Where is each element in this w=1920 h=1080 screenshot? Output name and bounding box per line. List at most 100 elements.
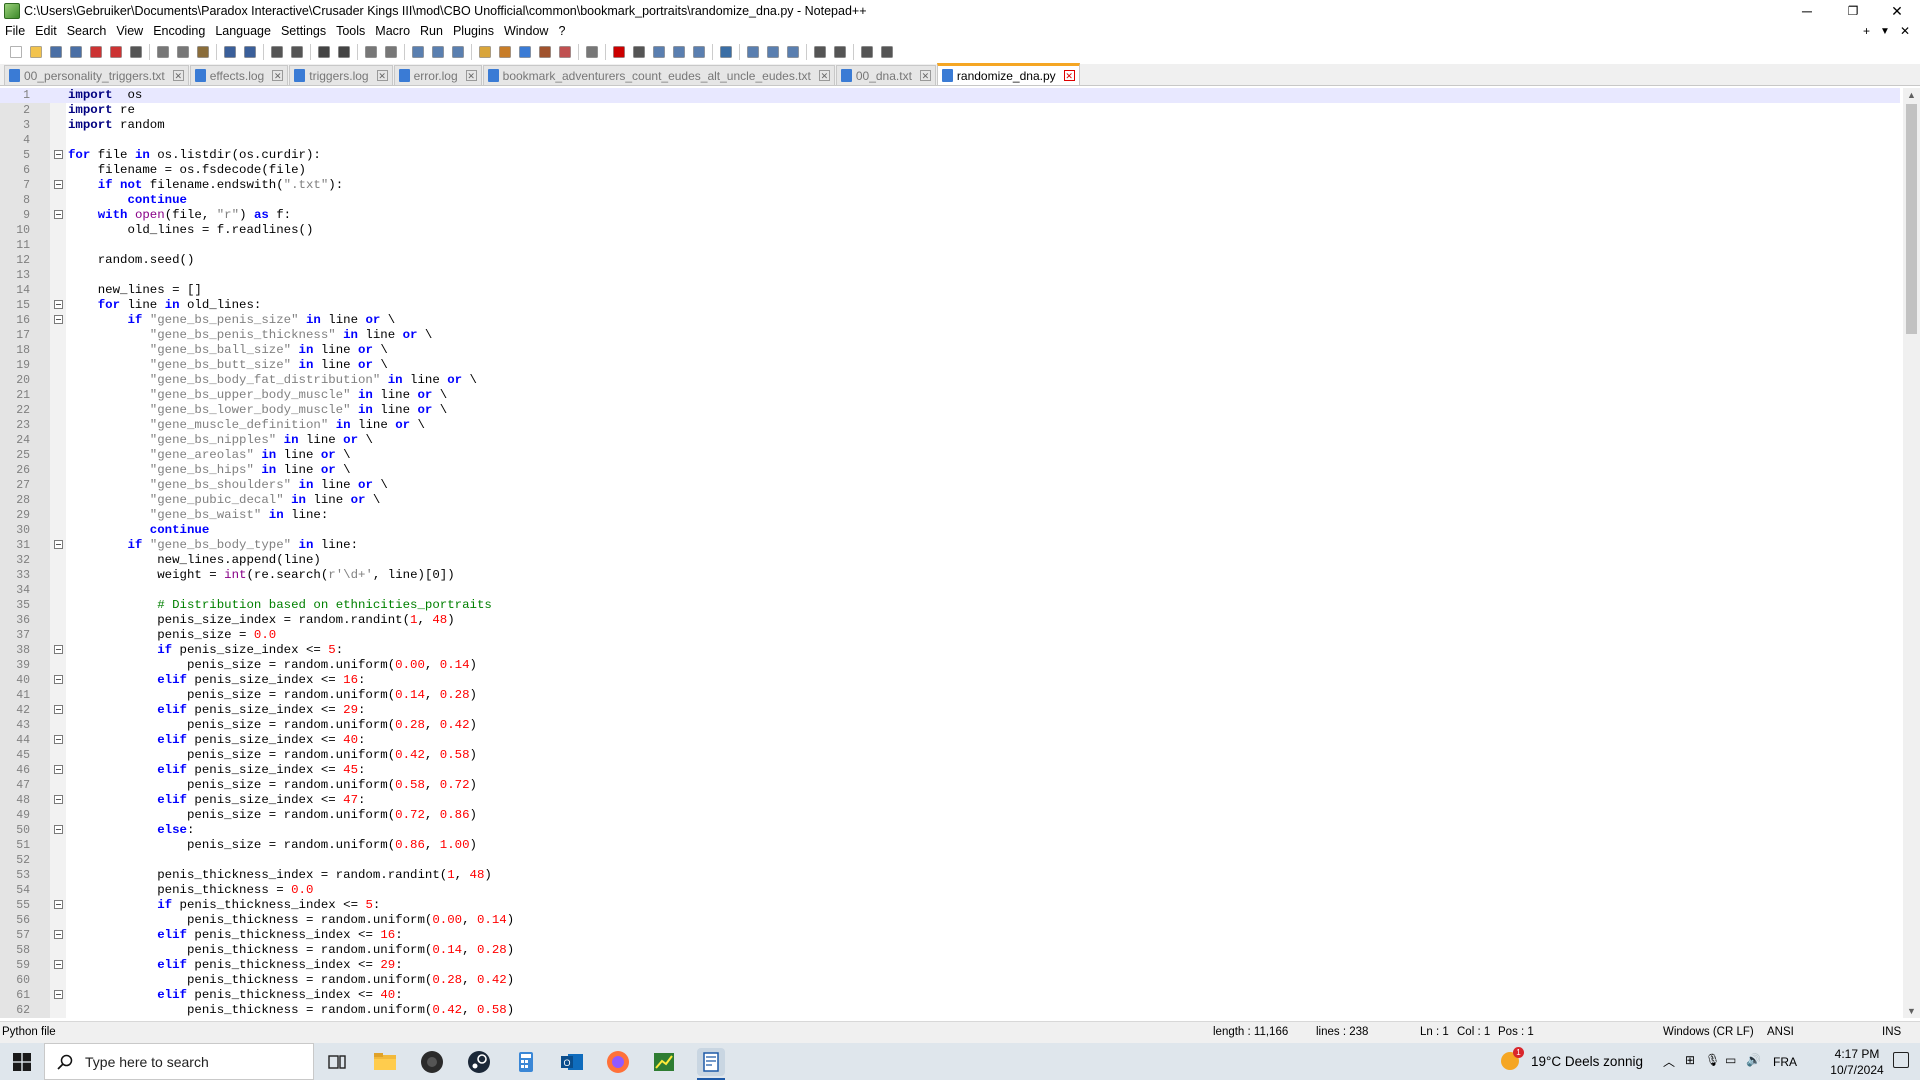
status-encoding[interactable]: ANSI bbox=[1767, 1026, 1794, 1038]
code-line[interactable]: 24 "gene_bs_nipples" in line or \ bbox=[0, 433, 1900, 448]
code-line[interactable]: 14 new_lines = [] bbox=[0, 283, 1900, 298]
menu-item-language[interactable]: Language bbox=[210, 24, 276, 38]
toolbar-indent-guide-icon[interactable] bbox=[452, 46, 464, 58]
toolbar-macro-record-icon[interactable] bbox=[613, 46, 625, 58]
status-eol[interactable]: Windows (CR LF) bbox=[1663, 1026, 1754, 1038]
fold-toggle-icon[interactable] bbox=[54, 675, 63, 684]
code-line[interactable]: 26 "gene_bs_hips" in line or \ bbox=[0, 463, 1900, 478]
fold-toggle-icon[interactable] bbox=[54, 300, 63, 309]
code-line[interactable]: 21 "gene_bs_upper_body_muscle" in line o… bbox=[0, 388, 1900, 403]
toolbar-down-icon[interactable] bbox=[834, 46, 846, 58]
toolbar-sync-horizontal-icon[interactable] bbox=[385, 46, 397, 58]
code-line[interactable]: 16 if "gene_bs_penis_size" in line or \ bbox=[0, 313, 1900, 328]
scroll-down-icon[interactable]: ▼ bbox=[1903, 1004, 1920, 1018]
toolbar-panel-1-icon[interactable] bbox=[747, 46, 759, 58]
fold-toggle-icon[interactable] bbox=[54, 825, 63, 834]
fold-toggle-icon[interactable] bbox=[54, 540, 63, 549]
toolbar-function-list-icon[interactable] bbox=[519, 46, 531, 58]
code-line[interactable]: 33 weight = int(re.search(r'\d+', line)[… bbox=[0, 568, 1900, 583]
code-line[interactable]: 46 elif penis_size_index <= 45: bbox=[0, 763, 1900, 778]
code-line[interactable]: 3 import random bbox=[0, 118, 1900, 133]
microphone-icon[interactable]: 🎙 bbox=[1705, 1053, 1720, 1067]
fold-toggle-icon[interactable] bbox=[54, 150, 63, 159]
fold-toggle-icon[interactable] bbox=[54, 900, 63, 909]
weather-text[interactable]: 19°C Deels zonnig bbox=[1531, 1054, 1643, 1069]
code-line[interactable]: 31 if "gene_bs_body_type" in line: bbox=[0, 538, 1900, 553]
code-line[interactable]: 32 new_lines.append(line) bbox=[0, 553, 1900, 568]
code-editor[interactable]: 1 import os 2 import re 3 import random 4 5 for … bbox=[0, 88, 1920, 1018]
tab-close-icon[interactable]: ✕ bbox=[272, 70, 284, 81]
code-line[interactable]: 19 "gene_bs_butt_size" in line or \ bbox=[0, 358, 1900, 373]
toolbar-new-file-icon[interactable] bbox=[10, 46, 22, 58]
code-line[interactable]: 8 continue bbox=[0, 193, 1900, 208]
code-line[interactable]: 5 for file in os.listdir(os.curdir): bbox=[0, 148, 1900, 163]
firefox-app-icon[interactable] bbox=[604, 1048, 632, 1076]
outlook-app-icon[interactable]: O bbox=[558, 1048, 586, 1076]
toolbar-compare-icon[interactable] bbox=[861, 46, 873, 58]
toolbar-panel-2-icon[interactable] bbox=[767, 46, 779, 58]
code-line[interactable]: 52 bbox=[0, 853, 1900, 868]
menu-item-window[interactable]: Window bbox=[499, 24, 553, 38]
code-line[interactable]: 4 bbox=[0, 133, 1900, 148]
toolbar-run-icon[interactable] bbox=[720, 46, 732, 58]
menu-item-edit[interactable]: Edit bbox=[30, 24, 62, 38]
code-line[interactable]: 41 penis_size = random.uniform(0.14, 0.2… bbox=[0, 688, 1900, 703]
fold-toggle-icon[interactable] bbox=[54, 705, 63, 714]
code-line[interactable]: 58 penis_thickness = random.uniform(0.14… bbox=[0, 943, 1900, 958]
menu-item-plugins[interactable]: Plugins bbox=[448, 24, 499, 38]
tab-effects-log[interactable]: effects.log ✕ bbox=[189, 65, 289, 85]
code-line[interactable]: 62 penis_thickness = random.uniform(0.42… bbox=[0, 1003, 1900, 1018]
clock-date[interactable]: 10/7/2024 bbox=[1827, 1063, 1887, 1077]
toolbar-cut-icon[interactable] bbox=[157, 46, 169, 58]
tab-randomize-dna-py[interactable]: randomize_dna.py ✕ bbox=[936, 63, 1080, 85]
scroll-up-icon[interactable]: ▲ bbox=[1903, 88, 1920, 102]
tab-00-personality-triggers-txt[interactable]: 00_personality_triggers.txt ✕ bbox=[4, 65, 189, 85]
toolbar-print-icon[interactable] bbox=[130, 46, 142, 58]
code-line[interactable]: 22 "gene_bs_lower_body_muscle" in line o… bbox=[0, 403, 1900, 418]
code-line[interactable]: 36 penis_size_index = random.randint(1, … bbox=[0, 613, 1900, 628]
toolbar-more-icon[interactable] bbox=[881, 46, 893, 58]
code-line[interactable]: 34 bbox=[0, 583, 1900, 598]
toolbar-folder-workspace-icon[interactable] bbox=[539, 46, 551, 58]
toolbar-undo-icon[interactable] bbox=[224, 46, 236, 58]
code-line[interactable]: 35 # Distribution based on ethnicities_p… bbox=[0, 598, 1900, 613]
vertical-scrollbar[interactable]: ▲ ▼ bbox=[1903, 88, 1920, 1018]
toolbar-panel-3-icon[interactable] bbox=[787, 46, 799, 58]
fold-toggle-icon[interactable] bbox=[54, 180, 63, 189]
toolbar-paste-icon[interactable] bbox=[197, 46, 209, 58]
code-line[interactable]: 40 elif penis_size_index <= 16: bbox=[0, 673, 1900, 688]
tab-close-icon[interactable]: ✕ bbox=[1063, 70, 1075, 81]
notification-center-icon[interactable] bbox=[1893, 1052, 1909, 1068]
menu-item-run[interactable]: Run bbox=[415, 24, 448, 38]
toolbar-macro-play-multiple-icon[interactable] bbox=[673, 46, 685, 58]
code-line[interactable]: 29 "gene_bs_waist" in line: bbox=[0, 508, 1900, 523]
code-line[interactable]: 6 filename = os.fsdecode(file) bbox=[0, 163, 1900, 178]
obs-app-icon[interactable] bbox=[418, 1048, 446, 1076]
toolbar-document-list-icon[interactable] bbox=[559, 46, 571, 58]
fold-toggle-icon[interactable] bbox=[54, 990, 63, 999]
code-line[interactable]: 13 bbox=[0, 268, 1900, 283]
fold-toggle-icon[interactable] bbox=[54, 315, 63, 324]
toolbar-macro-save-icon[interactable] bbox=[693, 46, 705, 58]
code-line[interactable]: 44 elif penis_size_index <= 40: bbox=[0, 733, 1900, 748]
close-button[interactable]: ✕ bbox=[1874, 0, 1920, 22]
tab-close-icon[interactable]: ✕ bbox=[172, 70, 184, 81]
scrollbar-thumb[interactable] bbox=[1906, 104, 1917, 334]
input-language[interactable]: FRA bbox=[1773, 1055, 1797, 1069]
code-line[interactable]: 18 "gene_bs_ball_size" in line or \ bbox=[0, 343, 1900, 358]
code-line[interactable]: 42 elif penis_size_index <= 29: bbox=[0, 703, 1900, 718]
code-line[interactable]: 17 "gene_bs_penis_thickness" in line or … bbox=[0, 328, 1900, 343]
tab-list-dropdown-icon[interactable]: ▼ bbox=[1880, 26, 1890, 37]
menu-item-tools[interactable]: Tools bbox=[331, 24, 370, 38]
toolbar-open-file-icon[interactable] bbox=[30, 46, 42, 58]
toolbar-sync-vertical-icon[interactable] bbox=[365, 46, 377, 58]
menu-item-macro[interactable]: Macro bbox=[370, 24, 415, 38]
tab-close-icon[interactable]: ✕ bbox=[465, 70, 477, 81]
code-line[interactable]: 48 elif penis_size_index <= 47: bbox=[0, 793, 1900, 808]
toolbar-macro-stop-icon[interactable] bbox=[633, 46, 645, 58]
taskbar-search-box[interactable]: Type here to search bbox=[44, 1043, 314, 1080]
network-icon[interactable]: ▭ bbox=[1725, 1053, 1736, 1067]
toolbar-replace-icon[interactable] bbox=[291, 46, 303, 58]
toolbar-user-defined-language-icon[interactable] bbox=[479, 46, 491, 58]
task-view-icon[interactable] bbox=[323, 1048, 351, 1076]
